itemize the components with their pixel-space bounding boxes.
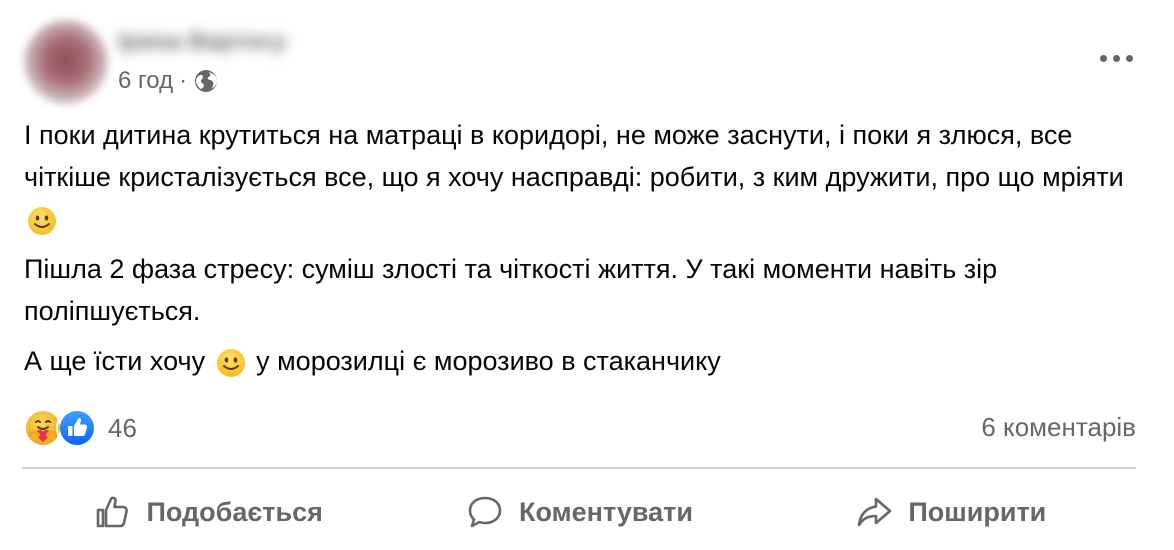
post-message: І поки дитина крутиться на матраці в кор… [24,114,1144,390]
author-avatar[interactable] [24,20,108,104]
post-timestamp[interactable]: 6 год [118,67,173,95]
meta-separator: · [179,67,188,94]
more-dot [1099,54,1107,62]
share-button-label: Поширити [908,496,1047,527]
like-button[interactable]: Подобається [22,480,393,544]
post-paragraph-3: А ще їсти хочу у морозилці є морозиво в … [24,340,1144,382]
share-arrow-icon [854,492,894,532]
comment-bubble-icon [465,492,505,532]
post-meta: 6 год · [118,66,219,96]
more-dot [1112,54,1120,62]
post-paragraph-2: Пішла 2 фаза стресу: суміш злості та чіт… [24,254,998,326]
like-reaction-icon [56,407,98,449]
thumbs-up-icon [92,492,132,532]
reaction-icons [22,407,98,449]
smiling-face-emoji-icon [215,347,247,379]
comment-button[interactable]: Коментувати [393,480,764,544]
post-paragraph-3-text-a: А ще їсти хочу [24,346,206,376]
globe-icon [193,68,219,94]
action-divider [22,467,1136,469]
post-paragraph-1: І поки дитина крутиться на матраці в кор… [24,114,1144,240]
share-button[interactable]: Поширити [765,480,1136,544]
reactions-summary[interactable]: 46 [22,407,137,449]
post-options-button[interactable] [1086,38,1146,78]
smiling-face-emoji-icon [26,205,58,237]
post-paragraph-1-text: І поки дитина крутиться на матраці в кор… [24,120,1124,192]
more-dot [1125,54,1133,62]
comments-count-link[interactable]: 6 коментарів [981,412,1136,443]
like-button-label: Подобається [146,496,323,527]
post-paragraph-3-text-b: у морозилці є морозиво в стаканчику [256,346,721,376]
reaction-count: 46 [108,412,137,443]
author-name[interactable]: Ірина Вартосу [118,28,328,56]
comment-button-label: Коментувати [519,496,693,527]
post-action-bar: Подобається Коментувати Поширити [22,480,1136,544]
